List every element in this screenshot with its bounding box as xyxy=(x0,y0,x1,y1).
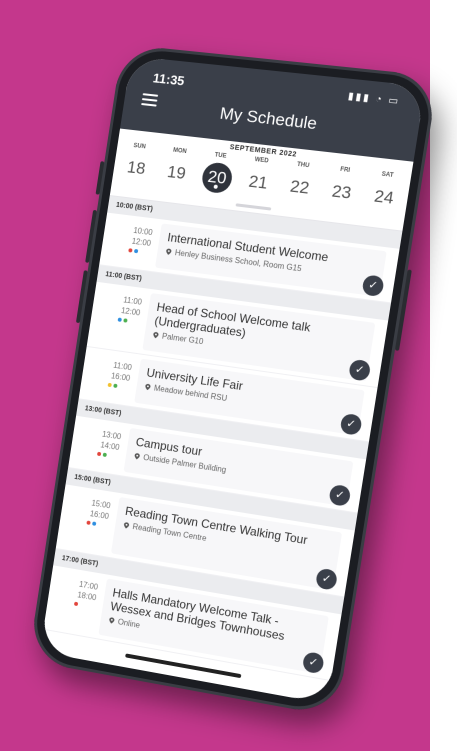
event-location-text: Online xyxy=(117,617,141,630)
location-pin-icon xyxy=(133,452,141,460)
category-dot xyxy=(123,318,128,323)
category-dot xyxy=(113,383,118,389)
event-times: 11:00 12:00 xyxy=(100,292,143,319)
day-number: 18 xyxy=(125,157,147,179)
category-dot xyxy=(102,452,107,458)
location-pin-icon xyxy=(165,248,173,256)
event-times: 17:00 18:00 xyxy=(56,575,99,603)
status-time: 11:35 xyxy=(151,70,186,89)
day-fri[interactable]: FRI 23 xyxy=(322,162,363,209)
day-number: 23 xyxy=(330,181,353,203)
event-times: 13:00 14:00 xyxy=(79,426,122,453)
day-mon[interactable]: MON 19 xyxy=(158,144,197,190)
week-page-indicator[interactable] xyxy=(235,203,272,211)
event-times: 11:00 16:00 xyxy=(90,357,133,384)
day-sat[interactable]: SAT 24 xyxy=(364,167,405,215)
category-dot xyxy=(92,521,97,526)
day-number: 20 xyxy=(200,161,235,195)
day-number: 22 xyxy=(288,176,311,198)
location-pin-icon xyxy=(108,617,116,625)
category-dot xyxy=(73,601,79,607)
event-times: 15:00 16:00 xyxy=(68,494,111,522)
category-dot xyxy=(117,317,122,322)
category-dot xyxy=(96,451,102,457)
category-dot xyxy=(86,520,91,525)
status-icons: ▮▮▮ ◔ ▭ xyxy=(347,90,402,108)
category-dots xyxy=(107,382,118,389)
event-location-text: Palmer G10 xyxy=(161,331,204,347)
day-tue[interactable]: TUE 20 xyxy=(198,148,238,195)
event-times: 10:00 12:00 xyxy=(110,222,153,249)
day-number: 24 xyxy=(372,186,396,208)
category-dots xyxy=(96,451,107,458)
category-dots xyxy=(73,601,79,607)
category-dots xyxy=(86,520,97,526)
category-dot xyxy=(107,382,112,388)
location-pin-icon xyxy=(123,521,131,530)
category-dots xyxy=(128,248,139,254)
schedule-list: 10:00 (BST) 10:00 12:00 International Stude… xyxy=(43,196,403,682)
day-number: 21 xyxy=(247,171,270,193)
day-sun[interactable]: SUN 18 xyxy=(118,139,157,185)
location-pin-icon xyxy=(152,331,160,339)
location-pin-icon xyxy=(144,383,152,391)
category-dot xyxy=(133,248,139,254)
category-dot xyxy=(128,248,133,253)
day-wed[interactable]: WED 21 xyxy=(239,153,279,200)
day-thu[interactable]: THU 22 xyxy=(280,158,321,205)
category-dots xyxy=(117,317,128,323)
day-name: TUE xyxy=(214,152,227,160)
day-number: 19 xyxy=(165,162,188,183)
